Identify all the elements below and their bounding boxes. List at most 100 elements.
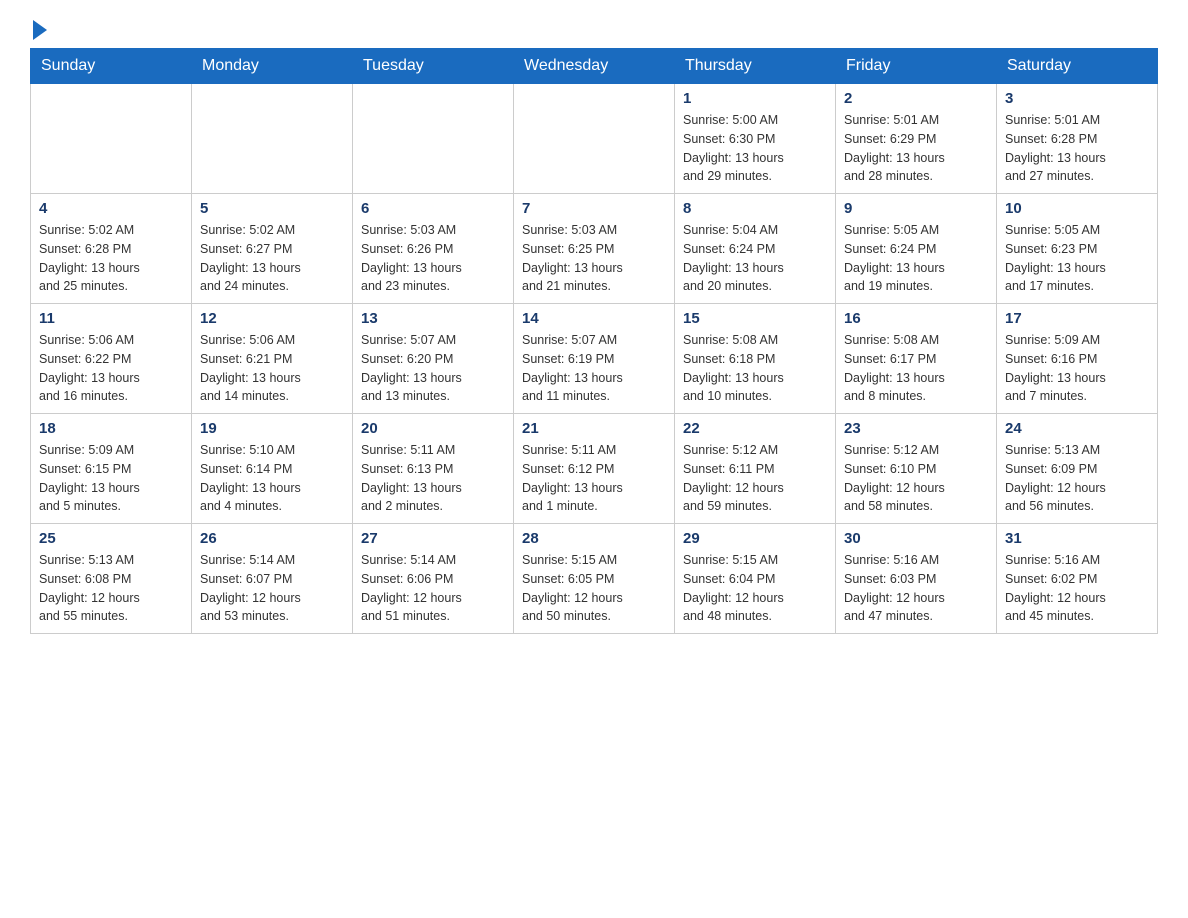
day-number: 21 (522, 420, 666, 437)
calendar-cell: 3 Sunrise: 5:01 AM Sunset: 6:28 PM Daylig… (997, 84, 1158, 194)
day-number: 10 (1005, 200, 1149, 217)
day-number: 24 (1005, 420, 1149, 437)
day-number: 28 (522, 530, 666, 547)
day-info: Sunrise: 5:10 AM Sunset: 6:14 PM Dayligh… (200, 441, 344, 516)
day-info: Sunrise: 5:13 AM Sunset: 6:09 PM Dayligh… (1005, 441, 1149, 516)
calendar-cell: 19 Sunrise: 5:10 AM Sunset: 6:14 PM Dayli… (192, 414, 353, 524)
day-info: Sunrise: 5:16 AM Sunset: 6:03 PM Dayligh… (844, 551, 988, 626)
calendar-cell: 21 Sunrise: 5:11 AM Sunset: 6:12 PM Dayli… (514, 414, 675, 524)
calendar-cell: 28 Sunrise: 5:15 AM Sunset: 6:05 PM Dayli… (514, 524, 675, 634)
page-header (30, 20, 1158, 38)
calendar-cell: 7 Sunrise: 5:03 AM Sunset: 6:25 PM Daylig… (514, 194, 675, 304)
calendar-cell: 23Sunrise: 5:12 AM Sunset: 6:10 PM Dayli… (836, 414, 997, 524)
calendar-cell: 20 Sunrise: 5:11 AM Sunset: 6:13 PM Dayli… (353, 414, 514, 524)
weekday-header-row: SundayMondayTuesdayWednesdayThursdayFrid… (31, 49, 1158, 84)
day-number: 4 (39, 200, 183, 217)
day-number: 15 (683, 310, 827, 327)
calendar-cell (31, 84, 192, 194)
day-info: Sunrise: 5:13 AM Sunset: 6:08 PM Dayligh… (39, 551, 183, 626)
day-number: 1 (683, 90, 827, 107)
day-number: 26 (200, 530, 344, 547)
calendar-cell: 18 Sunrise: 5:09 AM Sunset: 6:15 PM Dayli… (31, 414, 192, 524)
day-number: 31 (1005, 530, 1149, 547)
day-info: Sunrise: 5:05 AM Sunset: 6:23 PM Dayligh… (1005, 221, 1149, 296)
calendar-cell: 27 Sunrise: 5:14 AM Sunset: 6:06 PM Dayli… (353, 524, 514, 634)
day-number: 23 (844, 420, 988, 437)
calendar-cell: 24 Sunrise: 5:13 AM Sunset: 6:09 PM Dayli… (997, 414, 1158, 524)
day-info: Sunrise: 5:00 AM Sunset: 6:30 PM Dayligh… (683, 111, 827, 186)
day-number: 30 (844, 530, 988, 547)
calendar-cell: 29 Sunrise: 5:15 AM Sunset: 6:04 PM Dayli… (675, 524, 836, 634)
calendar-cell: 30 Sunrise: 5:16 AM Sunset: 6:03 PM Dayli… (836, 524, 997, 634)
calendar-cell: 12Sunrise: 5:06 AM Sunset: 6:21 PM Dayli… (192, 304, 353, 414)
day-info: Sunrise: 5:12 AM Sunset: 6:11 PM Dayligh… (683, 441, 827, 516)
weekday-header-friday: Friday (836, 49, 997, 84)
weekday-header-tuesday: Tuesday (353, 49, 514, 84)
day-info: Sunrise: 5:07 AM Sunset: 6:20 PM Dayligh… (361, 331, 505, 406)
day-info: Sunrise: 5:04 AM Sunset: 6:24 PM Dayligh… (683, 221, 827, 296)
weekday-header-wednesday: Wednesday (514, 49, 675, 84)
day-info: Sunrise: 5:09 AM Sunset: 6:16 PM Dayligh… (1005, 331, 1149, 406)
day-info: Sunrise: 5:08 AM Sunset: 6:17 PM Dayligh… (844, 331, 988, 406)
day-info: Sunrise: 5:09 AM Sunset: 6:15 PM Dayligh… (39, 441, 183, 516)
week-row-3: 11Sunrise: 5:06 AM Sunset: 6:22 PM Dayli… (31, 304, 1158, 414)
week-row-2: 4 Sunrise: 5:02 AM Sunset: 6:28 PM Daylig… (31, 194, 1158, 304)
calendar-cell: 2Sunrise: 5:01 AM Sunset: 6:29 PM Daylig… (836, 84, 997, 194)
day-number: 27 (361, 530, 505, 547)
calendar-cell (514, 84, 675, 194)
day-info: Sunrise: 5:01 AM Sunset: 6:28 PM Dayligh… (1005, 111, 1149, 186)
day-info: Sunrise: 5:11 AM Sunset: 6:13 PM Dayligh… (361, 441, 505, 516)
calendar-cell: 16 Sunrise: 5:08 AM Sunset: 6:17 PM Dayli… (836, 304, 997, 414)
day-info: Sunrise: 5:03 AM Sunset: 6:25 PM Dayligh… (522, 221, 666, 296)
calendar-cell: 1 Sunrise: 5:00 AM Sunset: 6:30 PM Daylig… (675, 84, 836, 194)
day-number: 29 (683, 530, 827, 547)
calendar-cell: 11Sunrise: 5:06 AM Sunset: 6:22 PM Dayli… (31, 304, 192, 414)
day-number: 25 (39, 530, 183, 547)
day-info: Sunrise: 5:14 AM Sunset: 6:07 PM Dayligh… (200, 551, 344, 626)
day-number: 18 (39, 420, 183, 437)
calendar-cell: 25 Sunrise: 5:13 AM Sunset: 6:08 PM Dayli… (31, 524, 192, 634)
day-number: 14 (522, 310, 666, 327)
day-info: Sunrise: 5:15 AM Sunset: 6:05 PM Dayligh… (522, 551, 666, 626)
day-number: 9 (844, 200, 988, 217)
day-number: 17 (1005, 310, 1149, 327)
calendar-cell: 22 Sunrise: 5:12 AM Sunset: 6:11 PM Dayli… (675, 414, 836, 524)
day-info: Sunrise: 5:08 AM Sunset: 6:18 PM Dayligh… (683, 331, 827, 406)
calendar-cell (192, 84, 353, 194)
day-info: Sunrise: 5:05 AM Sunset: 6:24 PM Dayligh… (844, 221, 988, 296)
calendar-cell: 6Sunrise: 5:03 AM Sunset: 6:26 PM Daylig… (353, 194, 514, 304)
day-info: Sunrise: 5:14 AM Sunset: 6:06 PM Dayligh… (361, 551, 505, 626)
day-number: 13 (361, 310, 505, 327)
day-number: 12 (200, 310, 344, 327)
calendar-cell: 14Sunrise: 5:07 AM Sunset: 6:19 PM Dayli… (514, 304, 675, 414)
week-row-1: 1 Sunrise: 5:00 AM Sunset: 6:30 PM Daylig… (31, 84, 1158, 194)
day-info: Sunrise: 5:16 AM Sunset: 6:02 PM Dayligh… (1005, 551, 1149, 626)
day-info: Sunrise: 5:11 AM Sunset: 6:12 PM Dayligh… (522, 441, 666, 516)
calendar-cell: 17 Sunrise: 5:09 AM Sunset: 6:16 PM Dayli… (997, 304, 1158, 414)
week-row-4: 18 Sunrise: 5:09 AM Sunset: 6:15 PM Dayli… (31, 414, 1158, 524)
day-number: 7 (522, 200, 666, 217)
day-number: 2 (844, 90, 988, 107)
calendar-cell: 15 Sunrise: 5:08 AM Sunset: 6:18 PM Dayli… (675, 304, 836, 414)
day-number: 5 (200, 200, 344, 217)
week-row-5: 25 Sunrise: 5:13 AM Sunset: 6:08 PM Dayli… (31, 524, 1158, 634)
weekday-header-monday: Monday (192, 49, 353, 84)
calendar-cell: 4 Sunrise: 5:02 AM Sunset: 6:28 PM Daylig… (31, 194, 192, 304)
day-info: Sunrise: 5:15 AM Sunset: 6:04 PM Dayligh… (683, 551, 827, 626)
day-info: Sunrise: 5:02 AM Sunset: 6:27 PM Dayligh… (200, 221, 344, 296)
day-number: 22 (683, 420, 827, 437)
calendar-cell: 26 Sunrise: 5:14 AM Sunset: 6:07 PM Dayli… (192, 524, 353, 634)
weekday-header-saturday: Saturday (997, 49, 1158, 84)
day-number: 20 (361, 420, 505, 437)
day-number: 8 (683, 200, 827, 217)
day-number: 3 (1005, 90, 1149, 107)
day-number: 19 (200, 420, 344, 437)
logo-arrow-icon (33, 20, 47, 40)
calendar-cell: 10 Sunrise: 5:05 AM Sunset: 6:23 PM Dayli… (997, 194, 1158, 304)
weekday-header-sunday: Sunday (31, 49, 192, 84)
day-number: 6 (361, 200, 505, 217)
day-number: 16 (844, 310, 988, 327)
calendar-cell: 5 Sunrise: 5:02 AM Sunset: 6:27 PM Daylig… (192, 194, 353, 304)
calendar-table: SundayMondayTuesdayWednesdayThursdayFrid… (30, 48, 1158, 634)
day-info: Sunrise: 5:02 AM Sunset: 6:28 PM Dayligh… (39, 221, 183, 296)
